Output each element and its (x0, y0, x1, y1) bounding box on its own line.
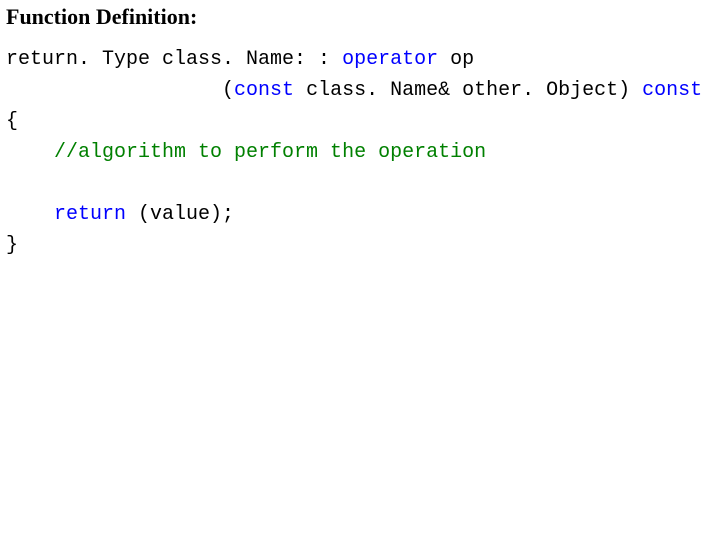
code-line-2-pad: ( (6, 79, 234, 102)
slide: Function Definition: return. Type class.… (0, 0, 720, 265)
code-line-6-pad (6, 203, 54, 226)
code-line-1b: op (438, 48, 474, 71)
code-line-7: } (6, 234, 18, 257)
page-title: Function Definition: (6, 4, 714, 30)
code-line-1a: return. Type class. Name: : (6, 48, 342, 71)
keyword-const-2: const (642, 79, 702, 102)
keyword-return: return (54, 203, 126, 226)
title-colon: : (190, 4, 197, 29)
keyword-operator: operator (342, 48, 438, 71)
code-line-6-rest: (value); (126, 203, 234, 226)
code-block: return. Type class. Name: : operator op … (6, 44, 714, 261)
code-line-3: { (6, 110, 18, 133)
title-bold: Function Definition (6, 4, 190, 29)
keyword-const-1: const (234, 79, 294, 102)
comment-line: //algorithm to perform the operation (54, 141, 486, 164)
code-line-2-mid: class. Name& other. Object) (294, 79, 642, 102)
code-line-4-pad (6, 141, 54, 164)
